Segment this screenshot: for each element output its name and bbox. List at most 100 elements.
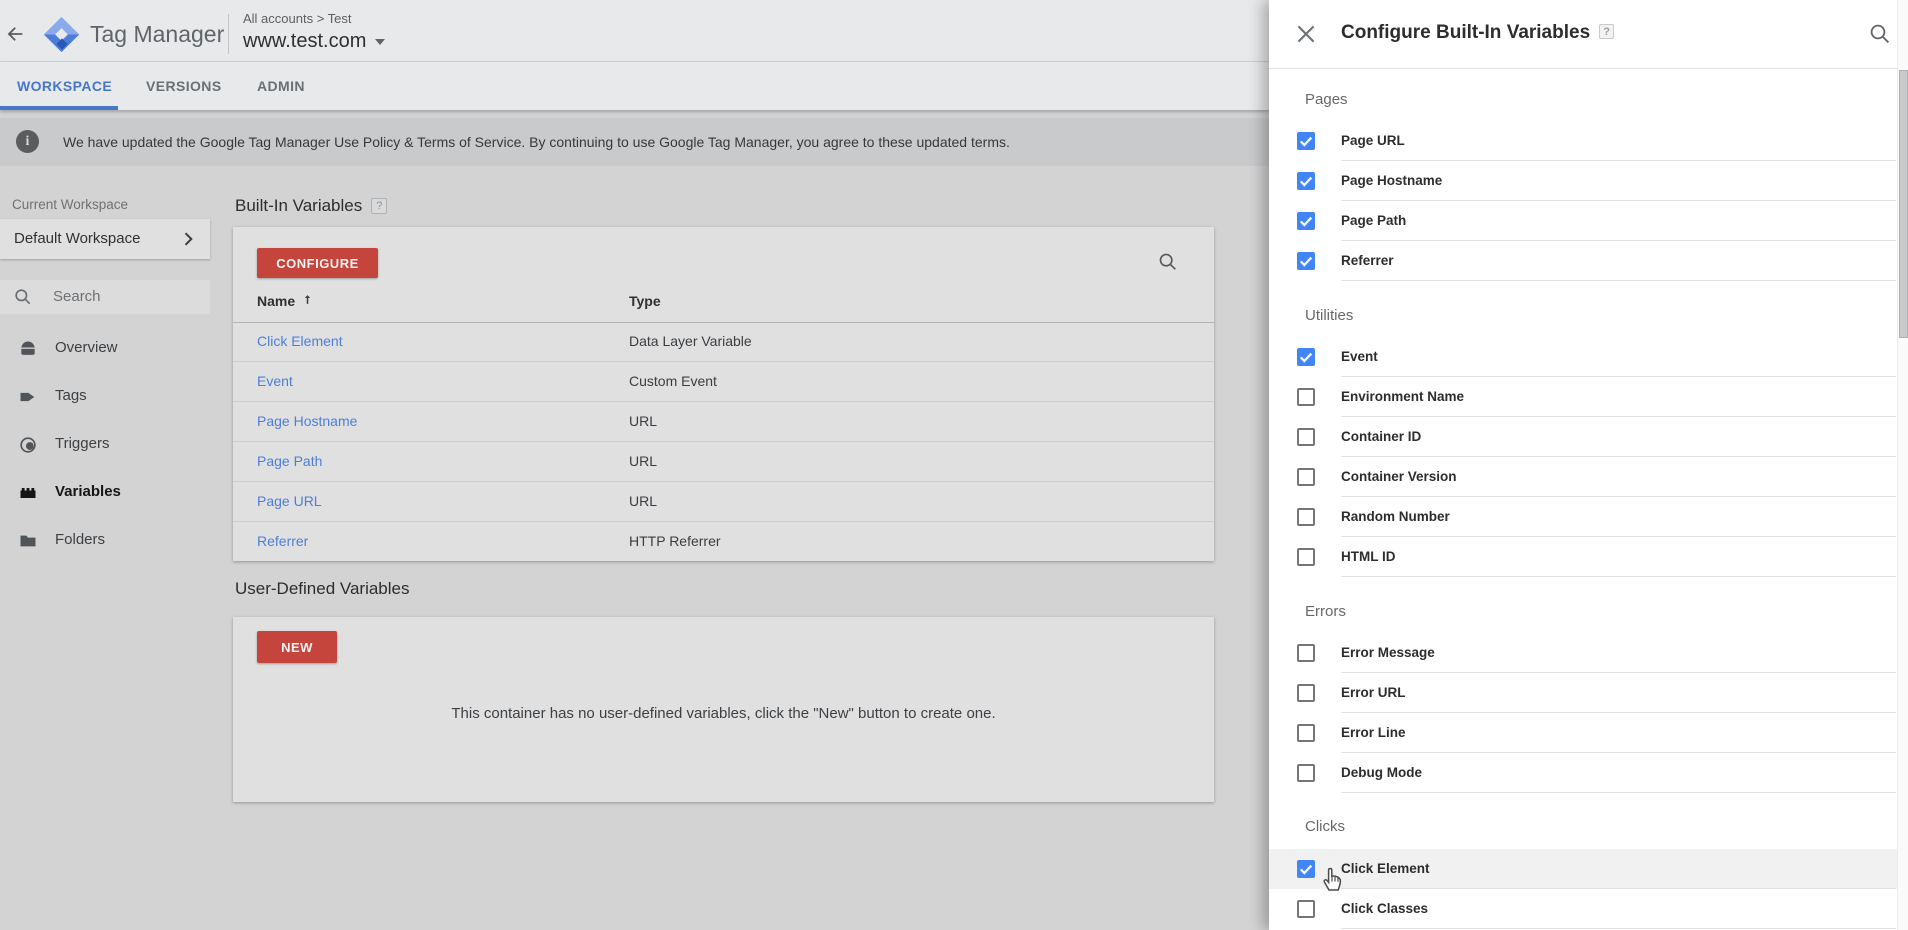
chevron-down-icon <box>375 39 385 45</box>
variable-type: URL <box>629 413 657 429</box>
panel-search-icon[interactable] <box>1868 22 1892 46</box>
item-divider <box>1341 576 1896 577</box>
table-row: Event Custom Event <box>233 362 1214 402</box>
section-label-pages: Pages <box>1305 91 1348 108</box>
checkbox-checked[interactable] <box>1297 132 1315 150</box>
container-selector[interactable]: www.test.com <box>243 30 385 53</box>
built-in-variables-card: CONFIGURE Name Type Click Element Data L… <box>233 227 1214 561</box>
sidebar-item-overview[interactable]: Overview <box>0 329 210 369</box>
new-variable-button[interactable]: NEW <box>257 631 337 663</box>
help-icon[interactable]: ? <box>1599 24 1614 39</box>
section-label-errors: Errors <box>1305 603 1346 620</box>
workspace-name: Default Workspace <box>14 230 140 247</box>
panel-item-page-url[interactable]: Page URL <box>1269 121 1897 161</box>
sidebar-item-folders[interactable]: Folders <box>0 521 210 561</box>
variable-name-link[interactable]: Page URL <box>257 493 322 509</box>
checkbox-checked[interactable] <box>1297 348 1315 366</box>
help-icon[interactable]: ? <box>371 198 387 214</box>
panel-item-event[interactable]: Event <box>1269 337 1897 377</box>
checkbox-checked[interactable] <box>1297 860 1315 878</box>
breadcrumb[interactable]: All accounts > Test <box>243 11 352 26</box>
checkbox-unchecked[interactable] <box>1297 548 1315 566</box>
checkbox-unchecked[interactable] <box>1297 468 1315 486</box>
variable-type: Data Layer Variable <box>629 333 752 349</box>
panel-item-error-message[interactable]: Error Message <box>1269 633 1897 673</box>
panel-item-page-path[interactable]: Page Path <box>1269 201 1897 241</box>
item-divider <box>1341 792 1896 793</box>
checkbox-checked[interactable] <box>1297 172 1315 190</box>
checkbox-unchecked[interactable] <box>1297 684 1315 702</box>
workspace-selector[interactable]: Default Workspace <box>0 219 210 259</box>
panel-scrollbar[interactable] <box>1897 0 1908 930</box>
back-arrow-icon[interactable] <box>0 18 30 50</box>
checkbox-checked[interactable] <box>1297 252 1315 270</box>
panel-item-error-url[interactable]: Error URL <box>1269 673 1897 713</box>
panel-item-debug-mode[interactable]: Debug Mode <box>1269 753 1897 793</box>
checkbox-unchecked[interactable] <box>1297 724 1315 742</box>
search-icon <box>13 287 33 307</box>
header-divider <box>228 14 229 54</box>
close-icon[interactable] <box>1293 21 1319 47</box>
variable-type: HTTP Referrer <box>629 533 721 549</box>
panel-item-referrer[interactable]: Referrer <box>1269 241 1897 281</box>
info-icon: i <box>16 130 39 153</box>
sidebar-item-tags[interactable]: Tags <box>0 377 210 417</box>
sidebar-item-variables[interactable]: Variables <box>0 473 210 513</box>
table-row: Page Path URL <box>233 442 1214 482</box>
table-row: Page URL URL <box>233 482 1214 522</box>
item-divider <box>1341 280 1896 281</box>
sidebar-item-triggers[interactable]: Triggers <box>0 425 210 465</box>
empty-state-text: This container has no user-defined varia… <box>233 705 1214 722</box>
search-placeholder: Search <box>53 288 101 305</box>
chevron-right-icon <box>178 229 198 249</box>
checkbox-unchecked[interactable] <box>1297 900 1315 918</box>
overview-icon <box>18 339 38 359</box>
variable-type: Custom Event <box>629 373 717 389</box>
tab-workspace[interactable]: WORKSPACE <box>17 62 112 110</box>
variable-name-link[interactable]: Click Element <box>257 333 343 349</box>
panel-item-random-number[interactable]: Random Number <box>1269 497 1897 537</box>
configure-button[interactable]: CONFIGURE <box>257 248 378 278</box>
active-tab-underline <box>0 106 118 110</box>
policy-banner-text: We have updated the Google Tag Manager U… <box>63 134 1010 150</box>
app-header: Tag Manager All accounts > Test www.test… <box>0 0 1269 62</box>
panel-item-click-element[interactable]: Click Element <box>1269 849 1897 889</box>
variable-name-link[interactable]: Page Hostname <box>257 413 357 429</box>
checkbox-unchecked[interactable] <box>1297 428 1315 446</box>
column-header-name[interactable]: Name <box>257 293 314 309</box>
sidebar-search[interactable]: Search <box>0 280 210 314</box>
gtm-app: Tag Manager All accounts > Test www.test… <box>0 0 1908 930</box>
scrollbar-thumb[interactable] <box>1899 70 1908 338</box>
section-label-clicks: Clicks <box>1305 818 1345 835</box>
tag-icon <box>18 387 38 407</box>
panel-title: Configure Built-In Variables? <box>1341 22 1614 44</box>
table-search-icon[interactable] <box>1157 251 1179 273</box>
variable-name-link[interactable]: Page Path <box>257 453 322 469</box>
configure-built-in-variables-panel: Configure Built-In Variables? Pages Page… <box>1269 0 1908 930</box>
panel-item-html-id[interactable]: HTML ID <box>1269 537 1897 577</box>
tab-admin[interactable]: ADMIN <box>257 62 305 110</box>
panel-item-container-id[interactable]: Container ID <box>1269 417 1897 457</box>
trigger-icon <box>18 435 38 455</box>
panel-item-error-line[interactable]: Error Line <box>1269 713 1897 753</box>
variable-name-link[interactable]: Event <box>257 373 293 389</box>
panel-item-page-hostname[interactable]: Page Hostname <box>1269 161 1897 201</box>
variable-name-link[interactable]: Referrer <box>257 533 308 549</box>
section-label-utilities: Utilities <box>1305 307 1353 324</box>
checkbox-checked[interactable] <box>1297 212 1315 230</box>
panel-item-click-classes[interactable]: Click Classes <box>1269 889 1897 929</box>
column-header-type[interactable]: Type <box>629 293 661 309</box>
checkbox-unchecked[interactable] <box>1297 764 1315 782</box>
tab-versions[interactable]: VERSIONS <box>146 62 222 110</box>
sort-ascending-icon <box>301 293 314 306</box>
checkbox-unchecked[interactable] <box>1297 644 1315 662</box>
panel-item-environment-name[interactable]: Environment Name <box>1269 377 1897 417</box>
item-divider <box>1341 928 1896 929</box>
panel-item-container-version[interactable]: Container Version <box>1269 457 1897 497</box>
table-row: Click Element Data Layer Variable <box>233 322 1214 362</box>
checkbox-unchecked[interactable] <box>1297 508 1315 526</box>
user-defined-variables-card: NEW This container has no user-defined v… <box>233 617 1214 802</box>
app-title: Tag Manager <box>90 21 224 48</box>
variable-type: URL <box>629 453 657 469</box>
checkbox-unchecked[interactable] <box>1297 388 1315 406</box>
